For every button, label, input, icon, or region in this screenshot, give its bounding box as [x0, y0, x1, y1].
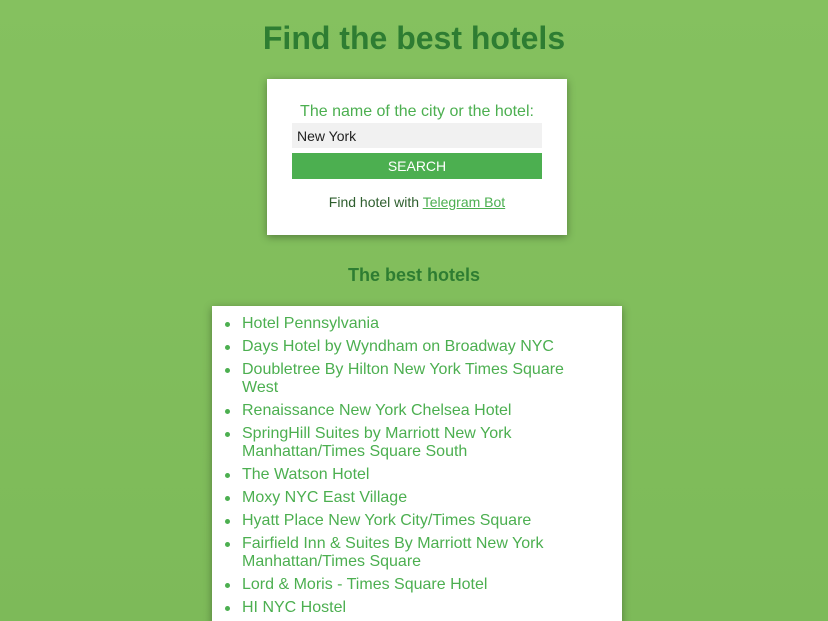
- list-item: Fairfield Inn & Suites By Marriott New Y…: [225, 535, 602, 571]
- search-label: The name of the city or the hotel:: [300, 103, 534, 120]
- bullet-icon: [225, 322, 230, 327]
- hotel-link[interactable]: Hyatt Place New York City/Times Square: [242, 512, 572, 530]
- bullet-icon: [225, 583, 230, 588]
- bullet-icon: [225, 345, 230, 350]
- bullet-icon: [225, 409, 230, 414]
- hotel-link[interactable]: Days Hotel by Wyndham on Broadway NYC: [242, 338, 572, 356]
- bullet-icon: [225, 542, 230, 547]
- bullet-icon: [225, 496, 230, 501]
- list-item: Hotel Pennsylvania: [225, 315, 602, 333]
- list-item: Hyatt Place New York City/Times Square: [225, 512, 602, 530]
- bullet-icon: [225, 473, 230, 478]
- hotel-link[interactable]: SpringHill Suites by Marriott New York M…: [242, 425, 572, 461]
- list-item: Days Hotel by Wyndham on Broadway NYC: [225, 338, 602, 356]
- list-item: HI NYC Hostel: [225, 599, 602, 617]
- telegram-line: Find hotel with Telegram Bot: [267, 194, 567, 210]
- search-input[interactable]: [292, 123, 542, 148]
- bullet-icon: [225, 606, 230, 611]
- list-item: Lord & Moris - Times Square Hotel: [225, 576, 602, 594]
- hotel-link[interactable]: Doubletree By Hilton New York Times Squa…: [242, 361, 572, 397]
- hotel-link[interactable]: Renaissance New York Chelsea Hotel: [242, 402, 572, 420]
- hotel-list: Hotel Pennsylvania Days Hotel by Wyndham…: [212, 306, 622, 617]
- hotel-link[interactable]: Fairfield Inn & Suites By Marriott New Y…: [242, 535, 572, 571]
- best-hotels-heading: The best hotels: [347, 265, 481, 285]
- bullet-icon: [225, 519, 230, 524]
- list-item: The Watson Hotel: [225, 466, 602, 484]
- list-item: Renaissance New York Chelsea Hotel: [225, 402, 602, 420]
- search-button[interactable]: SEARCH: [292, 153, 542, 179]
- bullet-icon: [225, 432, 230, 437]
- list-item: Doubletree By Hilton New York Times Squa…: [225, 361, 602, 397]
- hotel-link[interactable]: Lord & Moris - Times Square Hotel: [242, 576, 572, 594]
- hotel-link[interactable]: Hotel Pennsylvania: [242, 315, 572, 333]
- telegram-prefix: Find hotel with: [328, 194, 423, 210]
- telegram-bot-link[interactable]: Telegram Bot: [423, 194, 505, 210]
- bullet-icon: [225, 368, 230, 373]
- page-title: Find the best hotels: [262, 20, 566, 56]
- list-item: SpringHill Suites by Marriott New York M…: [225, 425, 602, 461]
- hotel-link[interactable]: Moxy NYC East Village: [242, 489, 572, 507]
- list-item: Moxy NYC East Village: [225, 489, 602, 507]
- hotel-list-card: Hotel Pennsylvania Days Hotel by Wyndham…: [212, 306, 622, 621]
- search-card: The name of the city or the hotel: SEARC…: [267, 79, 567, 235]
- hotel-link[interactable]: The Watson Hotel: [242, 466, 572, 484]
- hotel-link[interactable]: HI NYC Hostel: [242, 599, 572, 617]
